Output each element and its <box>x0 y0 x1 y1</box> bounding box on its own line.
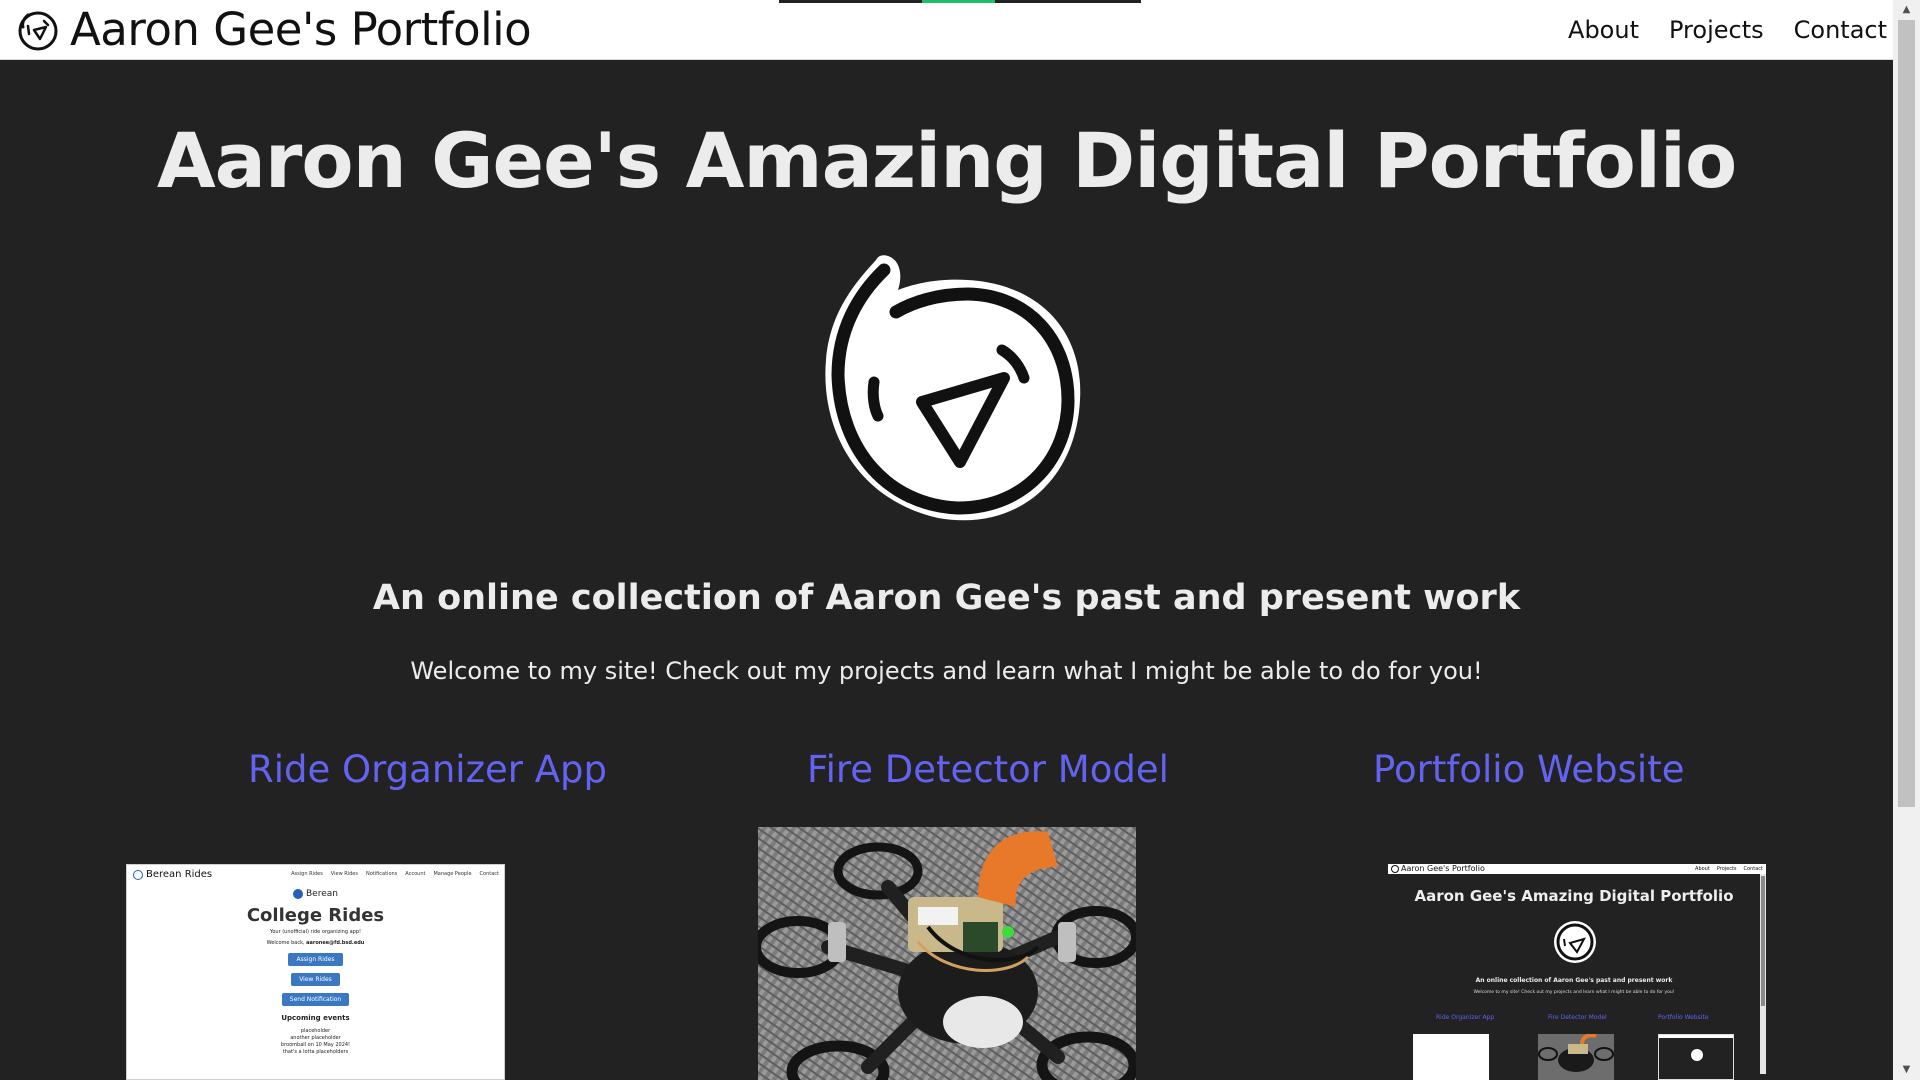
mini-scrollbar-thumb <box>1761 876 1765 1006</box>
portfolio-website-thumbnail[interactable]: Aaron Gee's Portfolio About Projects Con… <box>1388 864 1766 1080</box>
mini-hero-subtitle: An online collection of Aaron Gee's past… <box>1475 977 1673 984</box>
nav-links: About Projects Contact <box>1538 0 1887 60</box>
ride-organizer-thumbnail[interactable]: Berean Rides Assign Rides View Rides Not… <box>126 864 505 1080</box>
hero-welcome-text: Welcome to my site! Check out my project… <box>410 657 1483 685</box>
berean-logo-icon <box>293 889 303 899</box>
mini-project-link: Ride Organizer App <box>1436 1014 1495 1021</box>
page: Aaron Gee's Portfolio About Projects Con… <box>0 0 1920 1080</box>
mini-portfolio-thumb <box>1658 1034 1734 1080</box>
project-link-fire-detector[interactable]: Fire Detector Model <box>807 748 1169 791</box>
ride-app-nav-item: View Rides <box>330 871 358 877</box>
chevron-down-icon[interactable]: ▼ <box>1893 1060 1920 1080</box>
ride-app-content: Berean College Rides Your (unofficial) r… <box>127 889 504 1055</box>
drone-photo <box>758 827 1136 1080</box>
smiley-logo-icon <box>18 11 58 51</box>
ride-app-nav: Assign Rides View Rides Notifications Ac… <box>283 871 499 877</box>
nav-link-about[interactable]: About <box>1568 16 1639 44</box>
ride-app-event: broomball on 10 May 2024! <box>280 1042 351 1048</box>
project-link-ride-organizer[interactable]: Ride Organizer App <box>248 748 607 791</box>
brand-link[interactable]: Aaron Gee's Portfolio <box>14 3 532 56</box>
hero-subtitle: An online collection of Aaron Gee's past… <box>372 578 1521 618</box>
mini-brand: Aaron Gee's Portfolio <box>1391 864 1485 874</box>
ride-app-view-button: View Rides <box>291 973 340 986</box>
ride-app-nav-item: Manage People <box>433 871 472 877</box>
ride-app-brand-text: Berean Rides <box>146 869 213 880</box>
loading-progress-fill <box>922 0 995 3</box>
mini-ride-thumb <box>1413 1034 1489 1080</box>
mini-brand-text: Aaron Gee's Portfolio <box>1401 864 1485 873</box>
mini-project-link: Fire Detector Model <box>1548 1014 1607 1021</box>
top-navbar: Aaron Gee's Portfolio About Projects Con… <box>0 0 1893 60</box>
mini-nav-link: About <box>1695 866 1710 872</box>
chevron-up-icon[interactable]: ▲ <box>1893 0 1920 20</box>
mini-drone-image <box>1538 1033 1614 1072</box>
ride-app-event: that's a lotta placeholders <box>282 1049 349 1055</box>
mini-nav-link: Projects <box>1716 866 1737 872</box>
mini-nav-link: Contact <box>1743 866 1763 872</box>
ride-app-event: another placeholder <box>290 1035 341 1041</box>
mini-navbar: Aaron Gee's Portfolio About Projects Con… <box>1388 864 1766 874</box>
mini-drone-thumb <box>1538 1033 1614 1080</box>
mini-project-link: Portfolio Website <box>1658 1014 1709 1021</box>
ride-app-nav-item: Assign Rides <box>291 871 323 877</box>
ride-app-nav-item: Account <box>405 871 426 877</box>
ride-app-button-row: Send Notification <box>127 986 504 1006</box>
ride-app-logo: Berean <box>127 889 504 899</box>
smiley-logo-icon <box>1691 1049 1703 1061</box>
hero-title: Aaron Gee's Amazing Digital Portfolio <box>156 116 1737 205</box>
mini-portfolio-navbar <box>1659 1035 1733 1038</box>
fire-detector-thumbnail[interactable] <box>758 827 1136 1080</box>
mini-hero-title: Aaron Gee's Amazing Digital Portfolio <box>1414 887 1734 905</box>
ride-app-event: placeholder <box>300 1028 331 1034</box>
smiley-logo-icon <box>1391 865 1399 873</box>
berean-logo-icon <box>133 869 143 880</box>
smiley-logo-icon <box>1554 921 1596 963</box>
nav-link-contact[interactable]: Contact <box>1794 16 1887 44</box>
scrollbar-thumb[interactable] <box>1898 20 1915 807</box>
project-link-portfolio-website[interactable]: Portfolio Website <box>1373 748 1684 791</box>
ride-app-assign-button: Assign Rides <box>288 953 343 966</box>
ride-app-button-row: View Rides <box>127 966 504 986</box>
ride-app-title: College Rides <box>246 905 385 926</box>
nav-link-projects[interactable]: Projects <box>1669 16 1764 44</box>
loading-progress-bar <box>779 0 1141 3</box>
brand-title: Aaron Gee's Portfolio <box>70 3 532 56</box>
ride-app-nav-item: Contact <box>479 871 499 877</box>
ride-app-notify-button: Send Notification <box>281 993 350 1006</box>
mini-hero-welcome: Welcome to my site! Check out my project… <box>1473 990 1675 995</box>
ride-app-nav-item: Notifications <box>365 871 398 877</box>
ride-app-logo-text: Berean <box>306 889 338 899</box>
ride-app-events-heading: Upcoming events <box>281 1014 350 1022</box>
page-scrollbar[interactable]: ▲ ▼ <box>1893 0 1920 1080</box>
mini-nav-links: About Projects Contact <box>1688 864 1763 874</box>
smiley-logo-icon <box>825 255 1081 521</box>
ride-app-brand: Berean Rides <box>133 869 212 880</box>
ride-app-button-row: Assign Rides <box>127 946 504 966</box>
ride-app-tagline: Your (unofficial) ride organizing app! <box>269 929 362 935</box>
